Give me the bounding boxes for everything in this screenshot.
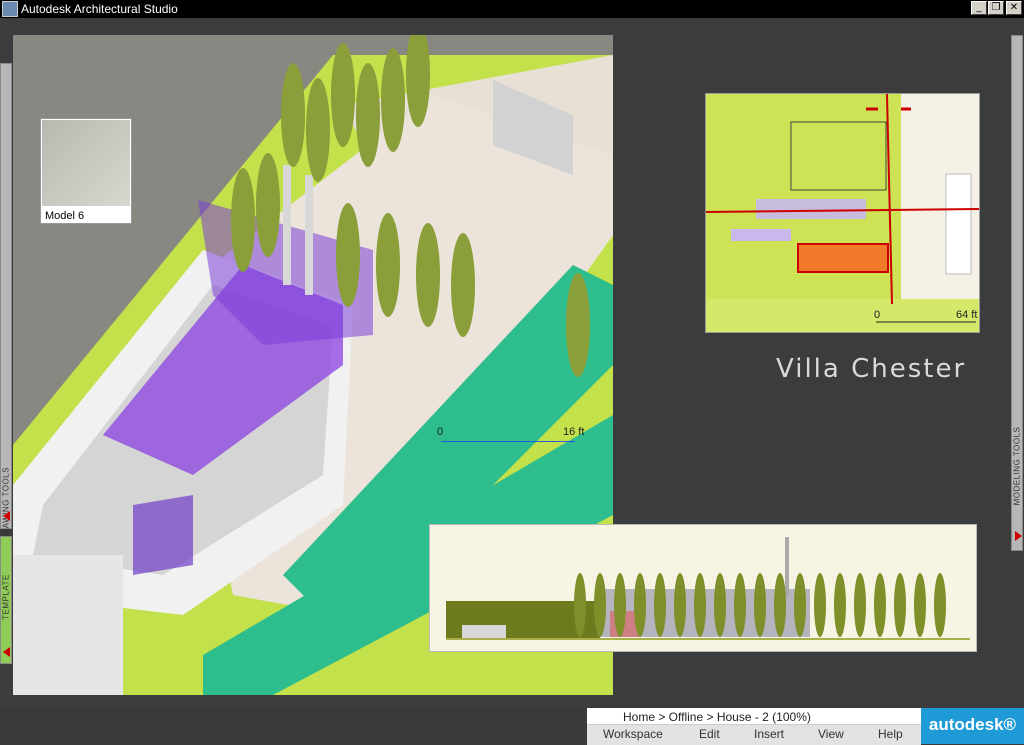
restore-button[interactable]: ❐ [988, 1, 1004, 15]
project-title: Villa Chester [776, 354, 967, 384]
status-bar: Home > Offline > House - 2 (100%) Worksp… [587, 708, 1024, 745]
plan-scale-start: 0 [874, 309, 881, 321]
viewport-scale-bar [441, 441, 575, 442]
breadcrumb[interactable]: Home > Offline > House - 2 (100%) [623, 710, 811, 724]
menu-bar: Workspace Edit Insert View Help [587, 724, 921, 745]
bottom-left-area [0, 708, 587, 744]
app-icon[interactable] [2, 1, 18, 17]
expand-right-icon[interactable] [1015, 531, 1022, 541]
modeling-tools-label: MODELING TOOLS [1012, 426, 1022, 506]
drawing-tools-label: DRAWING TOOLS [1, 467, 11, 541]
autodesk-logo: autodesk® [921, 708, 1024, 744]
site-plan-drawing [700, 53, 980, 332]
thumbnail-label: Model 6 [45, 210, 85, 222]
menu-insert[interactable]: Insert [754, 727, 784, 741]
modeling-tools-tab[interactable]: MODELING TOOLS [1011, 35, 1023, 551]
section-drawing [430, 525, 976, 651]
drawing-tools-tab[interactable]: DRAWING TOOLS [0, 63, 12, 541]
model-thumbnail[interactable]: Model 6 [40, 118, 132, 224]
section-view[interactable] [429, 524, 977, 652]
menu-help[interactable]: Help [878, 727, 903, 741]
template-label: TEMPLATE [1, 574, 11, 620]
plan-scale-end: 64 ft [956, 309, 978, 321]
site-plan[interactable]: 0 64 ft [700, 53, 980, 333]
minimize-button[interactable]: _ [971, 1, 987, 15]
thumbnail-image [42, 120, 130, 206]
menu-workspace[interactable]: Workspace [603, 727, 663, 741]
viewport-scale-end: 16 ft [563, 426, 585, 438]
menu-view[interactable]: View [818, 727, 844, 741]
window-title: Autodesk Architectural Studio [21, 2, 178, 16]
menu-edit[interactable]: Edit [699, 727, 720, 741]
expand-template-icon[interactable] [3, 647, 10, 657]
expand-left-icon[interactable] [3, 511, 10, 521]
template-tab[interactable]: TEMPLATE [0, 536, 12, 664]
viewport-scale-start: 0 [437, 426, 444, 438]
close-button[interactable]: ✕ [1006, 1, 1022, 15]
title-bar: Autodesk Architectural Studio _ ❐ ✕ [0, 0, 1024, 18]
